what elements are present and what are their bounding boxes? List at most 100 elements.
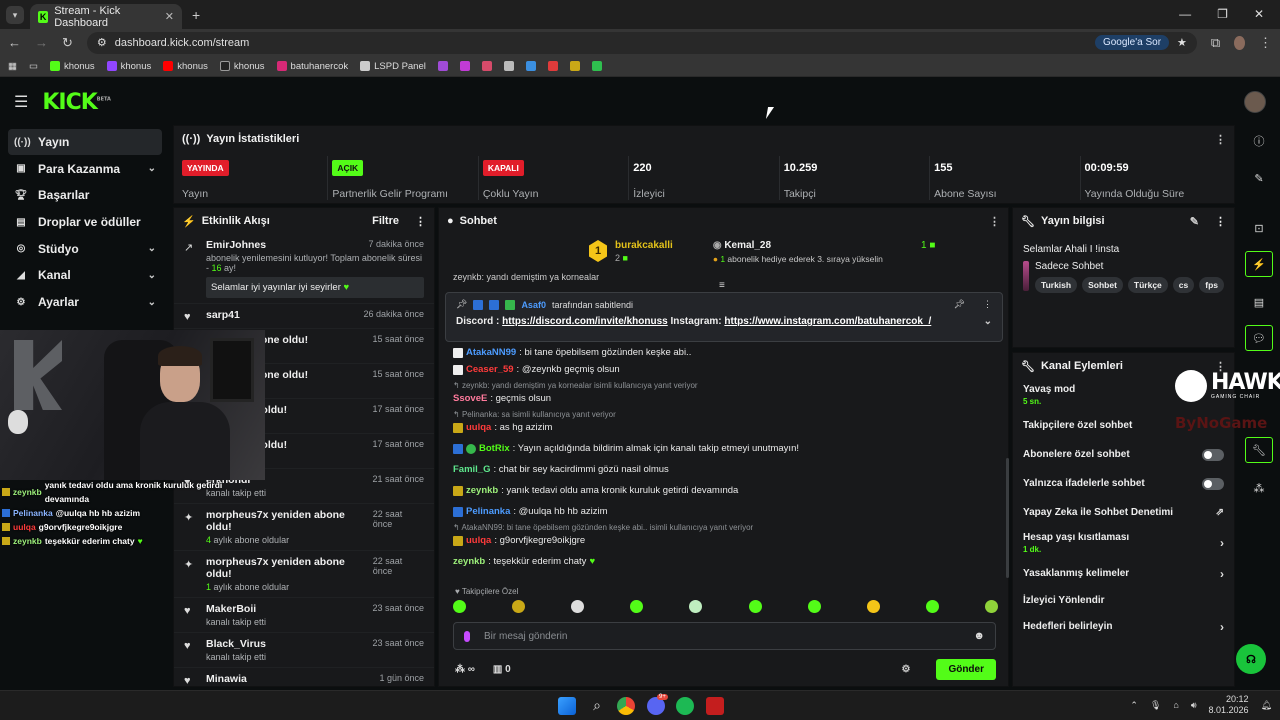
emote-icon[interactable] xyxy=(807,600,821,613)
host-row[interactable]: İzleyici Yönlendir xyxy=(1013,588,1234,612)
bookmark-youtube[interactable]: khonus xyxy=(163,61,208,72)
goals-row[interactable]: Hedefleri belirleyin › xyxy=(1013,612,1234,641)
search-icon[interactable]: ⌕ xyxy=(588,697,606,715)
tab-search-icon[interactable]: ▾ xyxy=(6,6,24,24)
chat-message[interactable]: zeynkb: yanık tedavi oldu ama kronik kur… xyxy=(445,482,1000,503)
kick-logo[interactable]: KICKBETA xyxy=(42,90,111,115)
bookmark-kick[interactable]: khonus xyxy=(49,61,95,72)
chat-message[interactable]: uulqa: g9orvfjkegre9oikjgre xyxy=(445,532,1000,549)
bookmark-lspd[interactable]: LSPD Panel xyxy=(360,61,426,72)
restore-icon[interactable]: ❐ xyxy=(1217,7,1228,21)
capture-icon[interactable]: ⊡ xyxy=(1245,215,1273,241)
bookmark-icon[interactable] xyxy=(481,61,492,71)
app-icon[interactable] xyxy=(706,697,724,715)
users-icon[interactable]: ⁂ xyxy=(1245,475,1273,501)
more-options-icon[interactable]: ⋮ xyxy=(1215,215,1226,228)
edit-icon[interactable]: ✎ xyxy=(1190,215,1199,228)
chat-icon[interactable]: 💬︎ xyxy=(1245,325,1273,351)
clock[interactable]: 20:12 8.01.2026 xyxy=(1209,694,1249,716)
store-indicator[interactable]: ▥ 0 xyxy=(493,664,511,675)
account-age-row[interactable]: Hesap yaşı kısıtlaması 1 dk. › xyxy=(1013,527,1234,559)
close-tab-icon[interactable]: ✕ xyxy=(165,10,174,23)
more-options-icon[interactable]: ⋮ xyxy=(415,215,426,228)
sidebar-item-ayarlar[interactable]: ⚙ Ayarlar ⌄ xyxy=(8,289,162,315)
url-text[interactable]: dashboard.kick.com/stream xyxy=(115,37,1087,49)
tag[interactable]: Türkçe xyxy=(1127,277,1168,293)
sidebar-item-para-kazanma[interactable]: ▣ Para Kazanma ⌄ xyxy=(8,156,162,182)
chat-message[interactable]: Famil_G: chat bir sey kacirdimmi gözü na… xyxy=(445,461,1000,482)
emote-icon[interactable] xyxy=(512,600,526,613)
banned-words-row[interactable]: Yasaklanmış kelimeler › xyxy=(1013,559,1234,588)
tag[interactable]: fps xyxy=(1199,277,1224,293)
sidebar-item-kanal[interactable]: ◢ Kanal ⌄ xyxy=(8,262,162,288)
browser-tab[interactable]: K Stream - Kick Dashboard ✕ xyxy=(30,4,182,29)
info-icon[interactable]: ⓘ xyxy=(1245,128,1273,154)
emote-icon[interactable] xyxy=(630,600,644,613)
bookmark-icon[interactable] xyxy=(437,61,448,71)
start-icon[interactable] xyxy=(558,697,576,715)
chat-message[interactable]: Pelinanka: @uulqa hb hb azizim xyxy=(445,503,1000,520)
notifications-icon[interactable]: 🔔︎ xyxy=(1261,700,1272,711)
bookmark-x[interactable]: khonus xyxy=(219,61,265,72)
user-avatar[interactable] xyxy=(1244,91,1266,113)
filter-button[interactable]: Filtre xyxy=(372,215,399,227)
tag[interactable]: cs xyxy=(1172,277,1195,293)
google-ask-button[interactable]: Google'a Sor xyxy=(1094,35,1170,50)
address-bar[interactable]: ⚙ dashboard.kick.com/stream Google'a Sor… xyxy=(86,31,1197,54)
lightning-icon[interactable]: ⚡ xyxy=(1245,251,1273,277)
subscribers-only-toggle[interactable] xyxy=(1202,448,1224,461)
gifter-2[interactable]: ◉ Kemal_28 1 ■ ● 1 abonelik hediye ederek … xyxy=(713,240,936,264)
folder-icon[interactable]: ▭ xyxy=(29,61,38,72)
tag[interactable]: Sohbet xyxy=(1082,277,1123,293)
emote-icon[interactable] xyxy=(748,600,762,613)
chat-input[interactable]: Bir mesaj gönderin ☻ xyxy=(453,622,996,650)
unpin-icon[interactable]: 📌︎ xyxy=(954,299,965,310)
chat-message[interactable]: BotRix: Yayın açıldığında bildirim almak… xyxy=(445,436,1000,461)
extensions-icon[interactable]: ⧉ xyxy=(1211,35,1220,51)
chrome-icon[interactable] xyxy=(617,697,635,715)
chat-message[interactable]: AtakaNN99: bi tane öpebilsem gözünden ke… xyxy=(445,344,1000,361)
emote-icon[interactable] xyxy=(571,600,585,613)
back-icon[interactable]: ← xyxy=(8,35,21,50)
bookmark-icon[interactable] xyxy=(459,61,470,71)
sidebar-item-yayin[interactable]: ((·)) Yayın xyxy=(8,129,162,155)
chevron-down-icon[interactable]: ⌄ xyxy=(984,316,992,327)
microphone-icon[interactable] xyxy=(464,630,470,642)
emoji-icon[interactable]: ☻ xyxy=(973,630,985,642)
chat-message[interactable]: Ceaser_59: @zeynkb geçmiş olsun xyxy=(445,361,1000,378)
tray-expand-icon[interactable]: ⌃ xyxy=(1130,700,1138,711)
support-headset-icon[interactable]: ☊ xyxy=(1236,644,1266,674)
profile-icon[interactable] xyxy=(1234,35,1245,50)
bookmark-twitch[interactable]: khonus xyxy=(106,61,151,72)
sidebar-item-droplar[interactable]: ▤ Droplar ve ödüller xyxy=(8,209,162,235)
reload-icon[interactable]: ↻ xyxy=(62,35,73,51)
emote-only-toggle[interactable] xyxy=(1202,477,1224,490)
bookmark-icon[interactable] xyxy=(591,61,602,71)
more-options-icon[interactable]: ⋮ xyxy=(989,215,1000,228)
spotify-icon[interactable] xyxy=(676,697,694,715)
collapse-pinned-icon[interactable]: ≡ xyxy=(719,280,725,291)
sidebar-item-studyo[interactable]: ◎ Stüdyo ⌄ xyxy=(8,236,162,262)
send-button[interactable]: Gönder xyxy=(936,658,996,680)
bookmark-icon[interactable] xyxy=(525,61,536,71)
subscribers-only-row[interactable]: Abonelere özel sohbet xyxy=(1013,440,1234,469)
wrench-icon[interactable]: 🔧︎ xyxy=(1245,437,1273,463)
chat-message[interactable]: SsoveE: geçmis olsun xyxy=(445,390,1000,407)
bookmark-icon[interactable] xyxy=(569,61,580,71)
category-thumbnail[interactable] xyxy=(1023,261,1030,291)
emote-icon[interactable] xyxy=(866,600,880,613)
bookmark-icon[interactable] xyxy=(547,61,558,71)
gifter-1[interactable]: 1 burakcakalli 2 ■ xyxy=(589,240,673,264)
category-name[interactable]: Sadece Sohbet xyxy=(1035,261,1224,272)
emote-icon[interactable] xyxy=(984,600,998,613)
chat-input-placeholder[interactable]: Bir mesaj gönderin xyxy=(484,631,959,642)
edit-icon[interactable]: ✎ xyxy=(1245,165,1273,191)
new-tab-icon[interactable]: + xyxy=(192,7,200,23)
emote-icon[interactable] xyxy=(453,600,466,613)
more-options-icon[interactable]: ⋮ xyxy=(1215,133,1226,146)
emote-only-row[interactable]: Yalnızca ifadelerle sohbet xyxy=(1013,469,1234,498)
chat-settings-icon[interactable]: ⚙ xyxy=(901,664,910,675)
bookmark-icon[interactable] xyxy=(503,61,514,71)
network-icon[interactable]: ⌂ xyxy=(1173,700,1178,710)
document-icon[interactable]: ▤ xyxy=(1245,289,1273,315)
